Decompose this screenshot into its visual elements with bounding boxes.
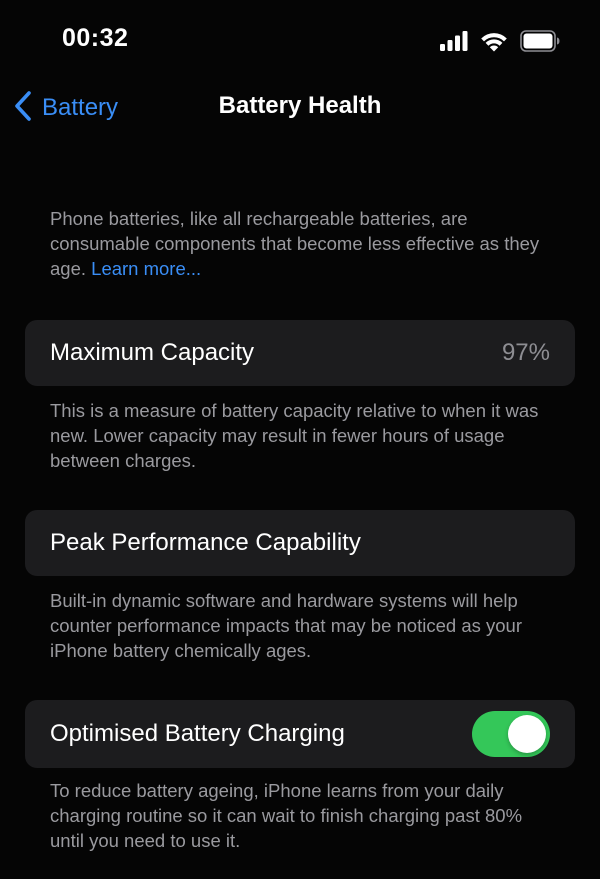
status-bar: 00:32: [0, 0, 600, 80]
toggle-knob: [508, 715, 546, 753]
maximum-capacity-label: Maximum Capacity: [50, 339, 255, 366]
optimised-charging-toggle[interactable]: [472, 711, 550, 757]
maximum-capacity-footer: This is a measure of battery capacity re…: [50, 400, 539, 471]
learn-more-link[interactable]: Learn more...: [91, 258, 201, 279]
maximum-capacity-value: 97%: [501, 339, 550, 366]
status-icons: [440, 26, 560, 56]
peak-performance-label: Peak Performance Capability: [50, 529, 361, 556]
peak-performance-row: Peak Performance Capability: [25, 510, 575, 576]
navigation-bar: Battery Battery Health: [0, 82, 600, 132]
status-time: 00:32: [62, 24, 129, 52]
wifi-icon: [480, 31, 508, 52]
battery-health-screen: 00:32 Battery Battery Health Phone batte…: [0, 0, 600, 879]
intro-description: Phone batteries, like all rechargeable b…: [50, 206, 560, 281]
optimised-charging-footer: To reduce battery ageing, iPhone learns …: [50, 780, 523, 851]
peak-performance-footer: Built-in dynamic software and hardware s…: [50, 590, 522, 661]
optimised-charging-label: Optimised Battery Charging: [50, 720, 345, 747]
battery-icon: [520, 30, 560, 52]
maximum-capacity-row: Maximum Capacity 97%: [25, 320, 575, 386]
page-title: Battery Health: [0, 92, 600, 120]
optimised-charging-row: Optimised Battery Charging: [25, 700, 575, 768]
page-title-text: Battery Health: [218, 92, 382, 119]
cellular-signal-icon: [440, 31, 468, 51]
